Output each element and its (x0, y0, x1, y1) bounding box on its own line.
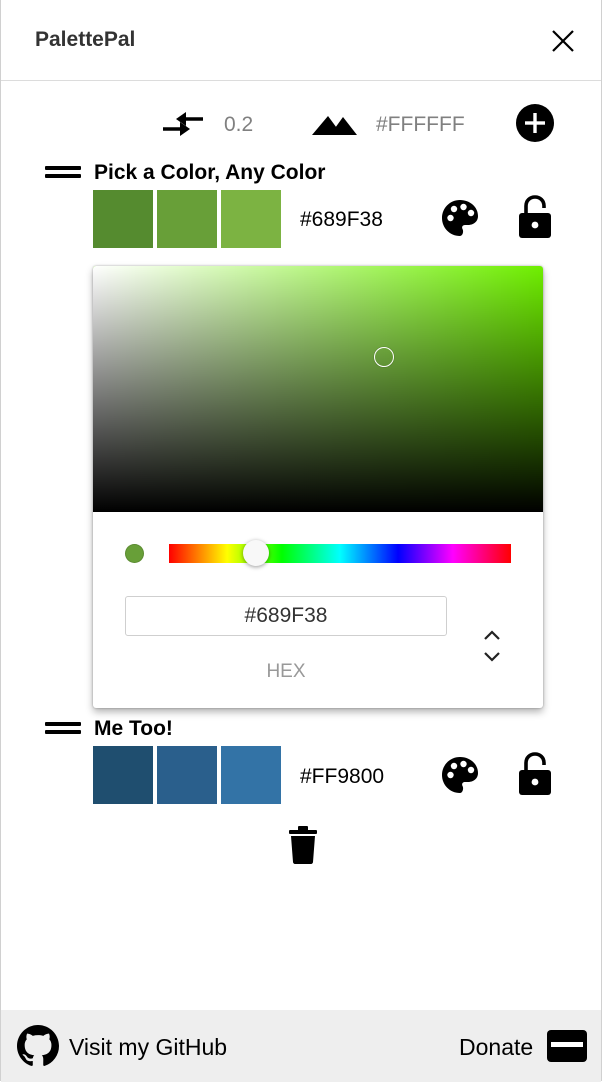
palette-hex-value[interactable]: #689F38 (300, 208, 383, 232)
drag-handle-icon[interactable] (45, 722, 81, 738)
saturation-pointer[interactable] (374, 347, 394, 367)
mountains-icon[interactable] (312, 112, 358, 136)
footer: Visit my GitHub Donate (1, 1010, 601, 1082)
spacing-value[interactable]: 0.2 (224, 113, 253, 137)
app-title: PalettePal (35, 28, 136, 51)
saturation-area[interactable] (93, 266, 543, 512)
plus-circle-icon[interactable] (515, 103, 555, 143)
palette-hex-value[interactable]: #FF9800 (300, 765, 384, 789)
hue-slider-thumb[interactable] (243, 540, 269, 566)
color-swatch[interactable] (93, 746, 153, 804)
background-color-value[interactable]: #FFFFFF (376, 113, 465, 137)
palette-title[interactable]: Me Too! (94, 717, 173, 741)
toolbar: 0.2 #FFFFFF (1, 100, 601, 148)
hue-slider[interactable] (169, 544, 511, 563)
arrows-compress-icon[interactable] (162, 110, 204, 138)
donate-link[interactable]: Donate (457, 1024, 591, 1068)
chevron-up-down-icon[interactable] (479, 626, 505, 666)
saturation-black-gradient (93, 266, 543, 512)
trash-icon[interactable] (289, 826, 317, 864)
palette-icon[interactable] (441, 756, 479, 794)
credit-card-icon (547, 1030, 587, 1062)
color-swatch[interactable] (221, 746, 281, 804)
color-preview-dot (125, 544, 144, 563)
color-swatch[interactable] (93, 190, 153, 248)
lock-open-icon[interactable] (518, 195, 552, 239)
github-icon (17, 1025, 59, 1066)
close-icon[interactable] (548, 26, 578, 56)
app-header: PalettePal (1, 0, 601, 81)
format-label: HEX (266, 661, 306, 682)
color-swatch[interactable] (221, 190, 281, 248)
color-swatch[interactable] (157, 190, 217, 248)
hex-input[interactable] (125, 596, 447, 636)
color-picker-popover: HEX (93, 266, 543, 708)
lock-open-icon[interactable] (518, 752, 552, 796)
donate-link-label: Donate (459, 1034, 534, 1060)
color-swatch[interactable] (157, 746, 217, 804)
drag-handle-icon[interactable] (45, 166, 81, 182)
palette-title[interactable]: Pick a Color, Any Color (94, 161, 325, 185)
palette-icon[interactable] (441, 199, 479, 237)
github-link-label: Visit my GitHub (69, 1034, 228, 1060)
app-window: PalettePal 0.2 #FFFFFF Pick a Color, Any… (0, 0, 602, 1081)
